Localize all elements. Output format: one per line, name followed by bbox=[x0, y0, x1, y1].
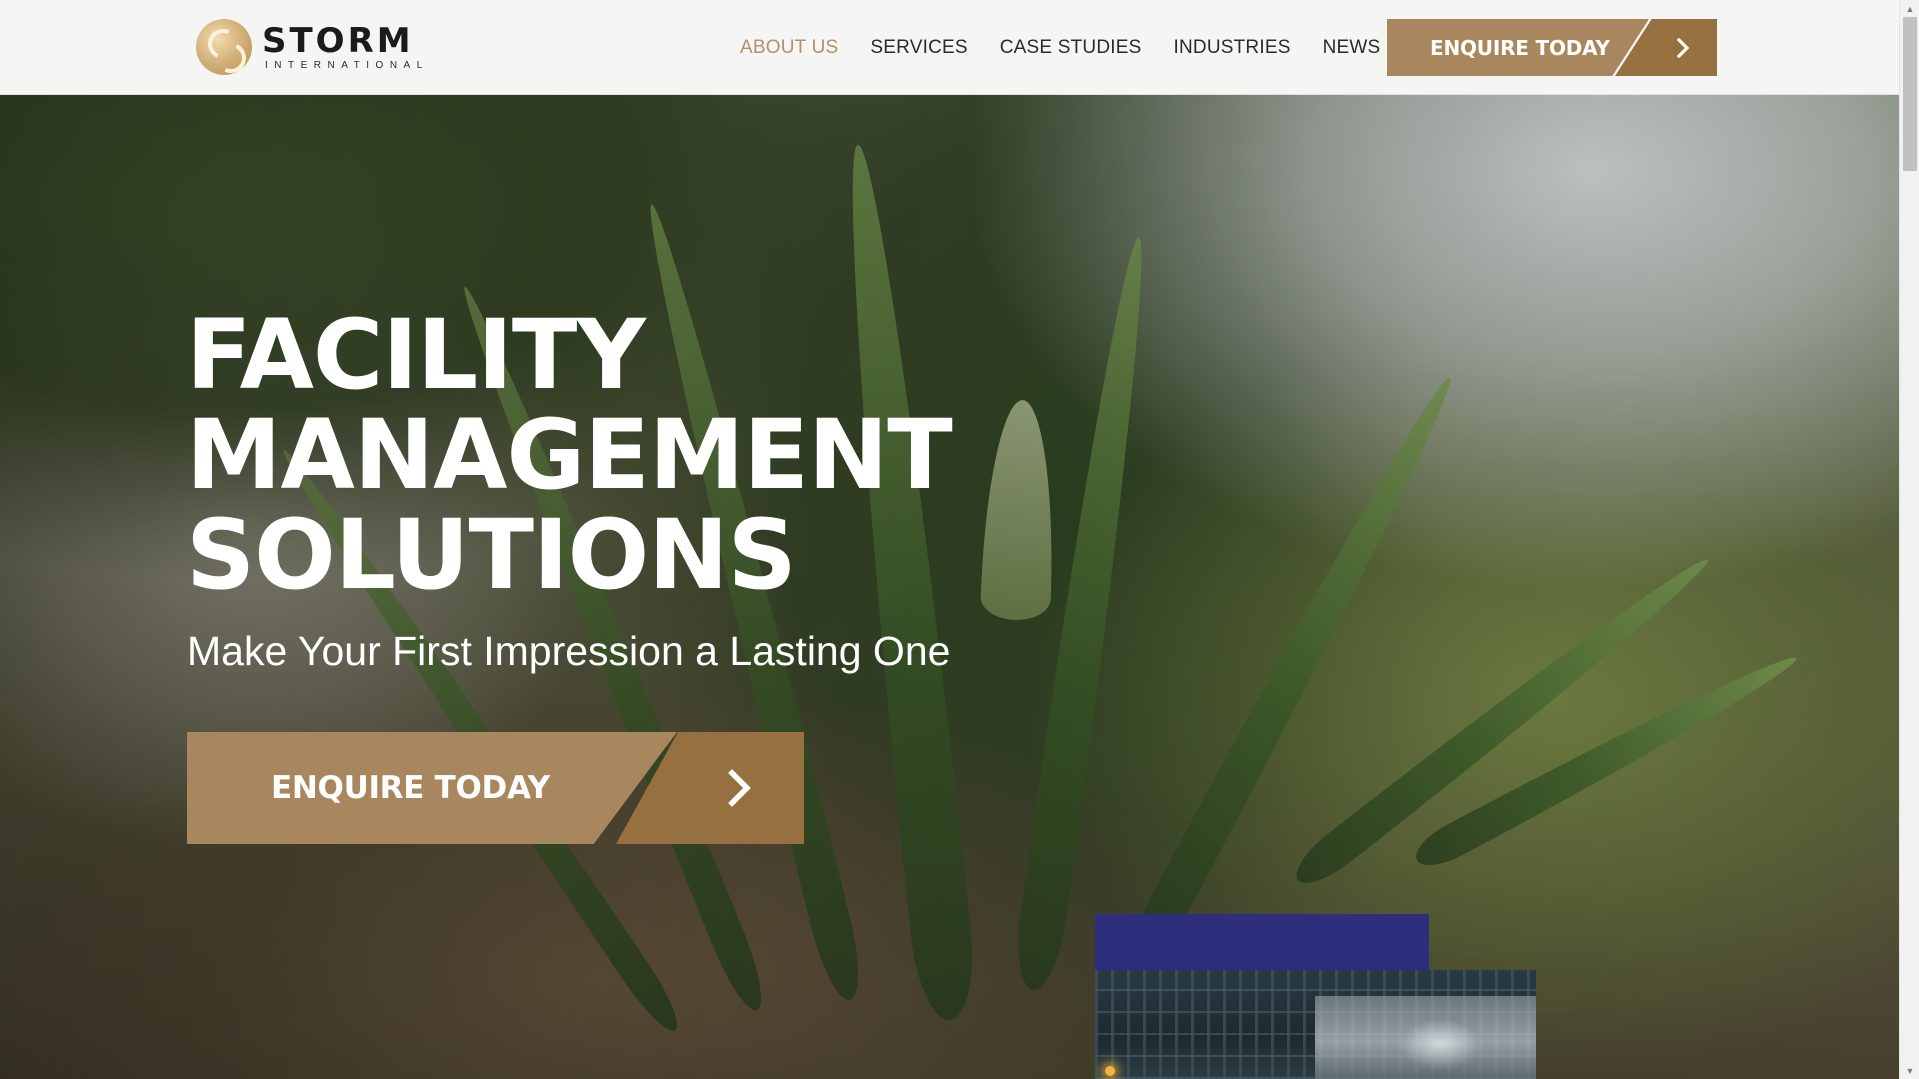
nav-item-about-us[interactable]: ABOUT US bbox=[740, 37, 838, 59]
chevron-right-icon bbox=[728, 769, 751, 807]
hero-title-line-3: SOLUTIONS bbox=[186, 499, 797, 611]
nav-item-news[interactable]: NEWS bbox=[1323, 37, 1381, 59]
header-enquire-label-area: ENQUIRE TODAY bbox=[1387, 19, 1649, 76]
industrial-facility-image bbox=[1095, 970, 1536, 1079]
storm-logo-icon bbox=[196, 19, 252, 75]
header-enquire-button[interactable]: ENQUIRE TODAY bbox=[1387, 19, 1717, 76]
card-header-strip bbox=[1095, 914, 1429, 971]
scroll-down-arrow-icon[interactable]: ▼ bbox=[1900, 1062, 1919, 1079]
main-nav: ABOUT US SERVICES CASE STUDIES INDUSTRIE… bbox=[740, 0, 1412, 95]
page: STORM INTERNATIONAL ABOUT US SERVICES CA… bbox=[0, 0, 1919, 1079]
hero-enquire-label-area: ENQUIRE TODAY bbox=[187, 732, 677, 844]
hero-title: FACILITY MANAGEMENT SOLUTIONS bbox=[186, 299, 953, 611]
hero-title-line-2: MANAGEMENT bbox=[186, 399, 953, 511]
logo-text: STORM INTERNATIONAL bbox=[262, 24, 429, 71]
hero-enquire-button[interactable]: ENQUIRE TODAY bbox=[187, 732, 804, 844]
hero-subtitle: Make Your First Impression a Lasting One bbox=[187, 628, 951, 674]
scrollbar-thumb[interactable] bbox=[1903, 17, 1917, 171]
nav-item-case-studies[interactable]: CASE STUDIES bbox=[1000, 37, 1142, 59]
page-scrollbar[interactable]: ▲ ▼ bbox=[1899, 0, 1919, 1079]
brand-name: STORM bbox=[262, 20, 414, 61]
chevron-right-icon bbox=[1676, 37, 1690, 58]
hero-title-line-1: FACILITY bbox=[186, 299, 646, 411]
site-header: STORM INTERNATIONAL ABOUT US SERVICES CA… bbox=[0, 0, 1899, 95]
nav-item-services[interactable]: SERVICES bbox=[870, 37, 967, 59]
header-enquire-label: ENQUIRE TODAY bbox=[1430, 35, 1610, 60]
nav-item-industries[interactable]: INDUSTRIES bbox=[1174, 37, 1291, 59]
scroll-up-arrow-icon[interactable]: ▲ bbox=[1900, 0, 1919, 17]
brand-tagline: INTERNATIONAL bbox=[265, 59, 429, 71]
brand-logo[interactable]: STORM INTERNATIONAL bbox=[196, 18, 429, 76]
hero-enquire-label: ENQUIRE TODAY bbox=[271, 770, 550, 806]
